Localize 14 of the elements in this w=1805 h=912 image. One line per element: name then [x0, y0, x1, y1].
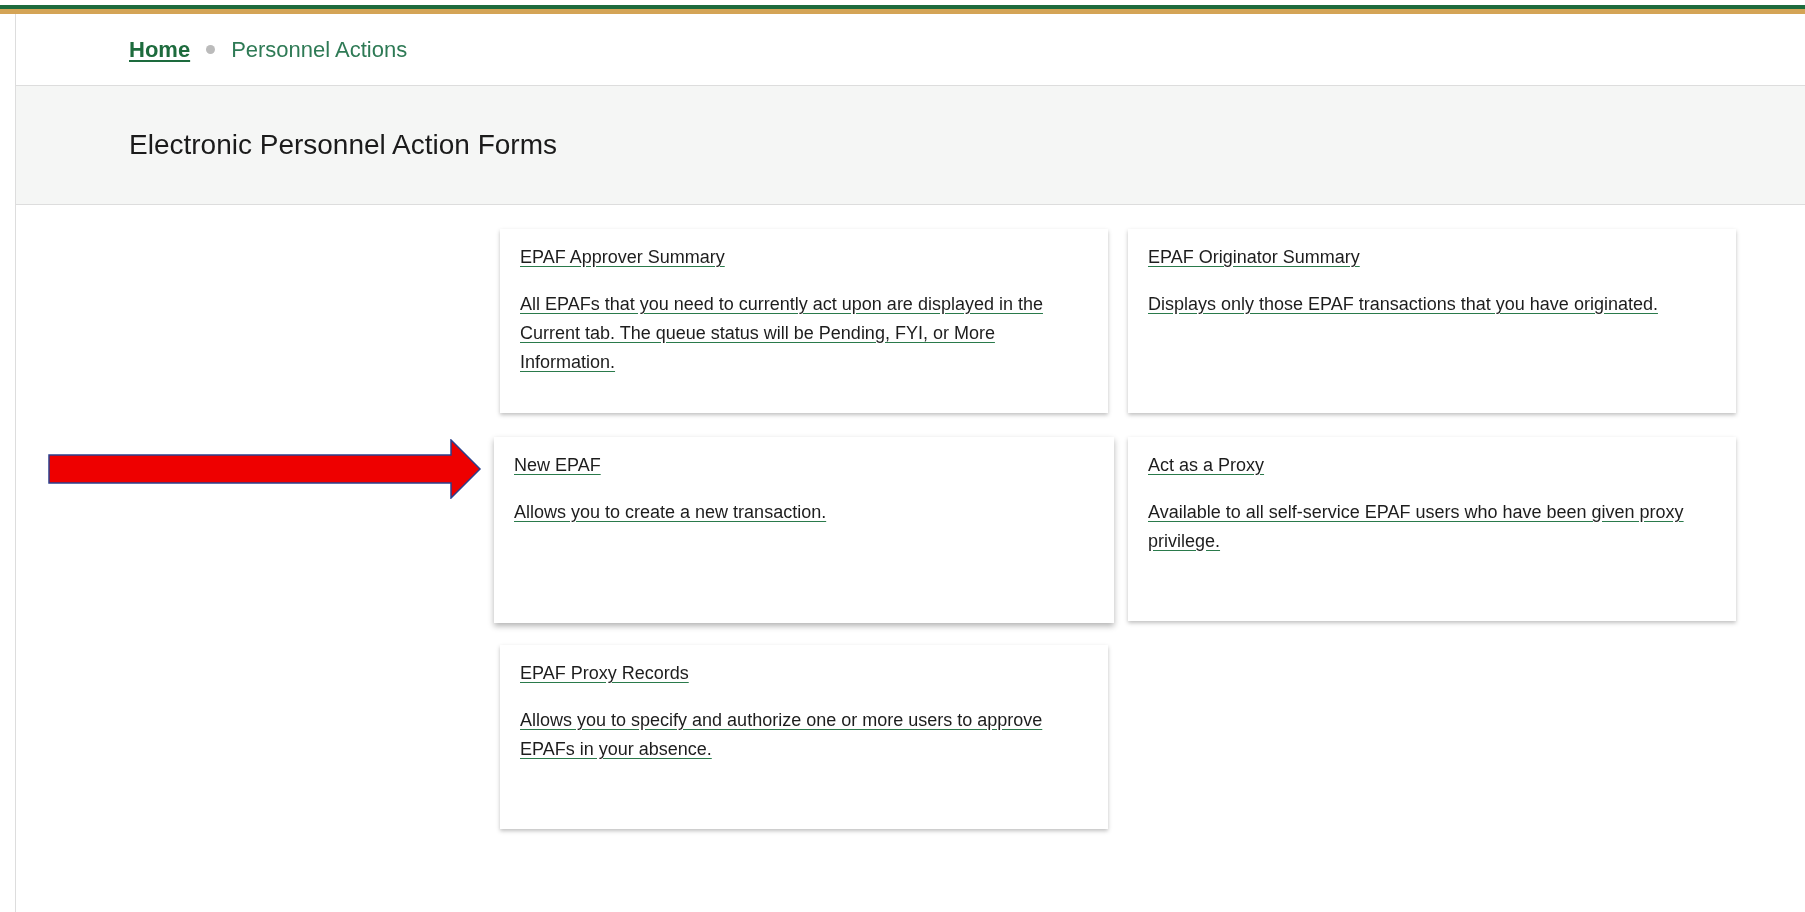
separator-dot-icon	[206, 45, 216, 54]
breadcrumb-home-link[interactable]: Home	[129, 36, 191, 63]
page-title: Electronic Personnel Action Forms	[129, 129, 557, 161]
card-title-link[interactable]: New EPAF	[514, 451, 601, 480]
card-description-link[interactable]: Allows you to create a new transaction.	[514, 498, 1094, 527]
breadcrumb-current: Personnel Actions	[231, 36, 408, 63]
card-title-link[interactable]: EPAF Approver Summary	[520, 243, 725, 272]
card-description-link[interactable]: Displays only those EPAF transactions that you have originated.	[1148, 290, 1716, 319]
card-description-link[interactable]: All EPAFs that you need to currently act upon are displayed in the Current tab. The queue status will be Pending, FYI, or More Information.	[520, 290, 1088, 377]
card-title-link[interactable]: Act as a Proxy	[1148, 451, 1265, 480]
card-title-link[interactable]: EPAF Proxy Records	[520, 659, 689, 688]
card-title-link[interactable]: EPAF Originator Summary	[1148, 243, 1360, 272]
card-description-link[interactable]: Available to all self-service EPAF users who have been given proxy privilege.	[1148, 498, 1716, 556]
card-description-link[interactable]: Allows you to specify and authorize one or more users to approve EPAFs in your absence.	[520, 706, 1088, 764]
